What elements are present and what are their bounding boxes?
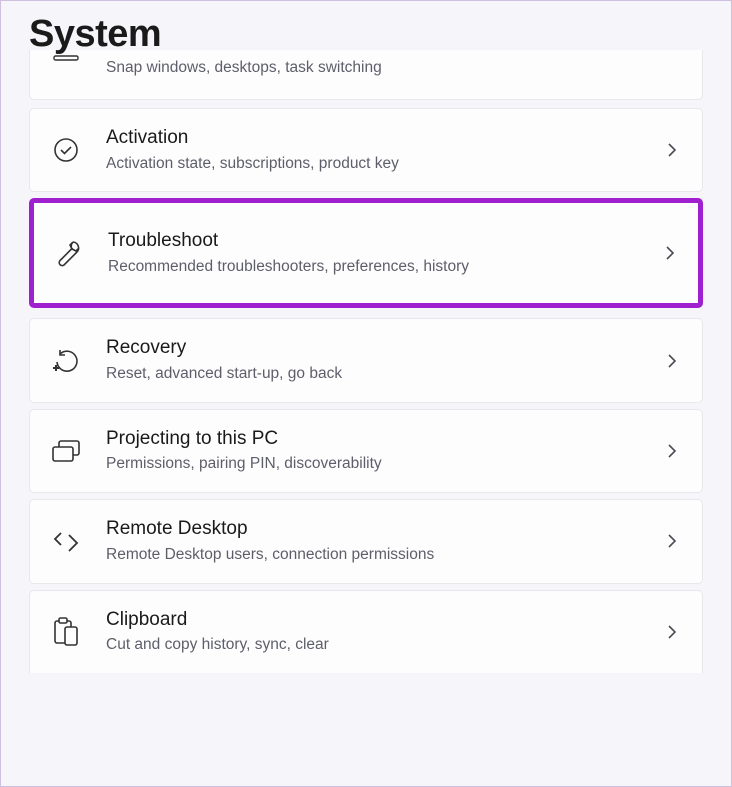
item-title: Clipboard: [106, 608, 662, 633]
settings-item-clipboard[interactable]: Clipboard Cut and copy history, sync, cl…: [29, 590, 703, 673]
settings-item-activation[interactable]: Activation Activation state, subscriptio…: [29, 108, 703, 192]
settings-item-remote-desktop[interactable]: Remote Desktop Remote Desktop users, con…: [29, 499, 703, 583]
remote-desktop-icon: [48, 523, 84, 559]
chevron-right-icon: [662, 140, 682, 160]
clipboard-icon: [48, 614, 84, 650]
item-title: Projecting to this PC: [106, 427, 662, 452]
item-text: Remote Desktop Remote Desktop users, con…: [106, 517, 662, 565]
multitasking-icon: [48, 46, 84, 82]
item-text: Activation Activation state, subscriptio…: [106, 126, 662, 174]
item-text: Troubleshoot Recommended troubleshooters…: [108, 229, 660, 277]
item-subtitle: Snap windows, desktops, task switching: [106, 57, 662, 79]
chevron-right-icon: [660, 243, 680, 263]
settings-item-multitasking[interactable]: Snap windows, desktops, task switching: [29, 50, 703, 100]
item-subtitle: Cut and copy history, sync, clear: [106, 634, 662, 656]
recovery-icon: [48, 343, 84, 379]
item-title: Troubleshoot: [108, 229, 660, 254]
chevron-right-icon: [662, 351, 682, 371]
settings-items-list: Snap windows, desktops, task switching A…: [29, 50, 703, 673]
item-subtitle: Activation state, subscriptions, product…: [106, 153, 662, 175]
item-text: Recovery Reset, advanced start-up, go ba…: [106, 336, 662, 384]
item-text: Projecting to this PC Permissions, pairi…: [106, 427, 662, 475]
item-title: Activation: [106, 126, 662, 151]
chevron-right-icon: [662, 622, 682, 642]
settings-item-troubleshoot[interactable]: Troubleshoot Recommended troubleshooters…: [29, 198, 703, 308]
troubleshoot-icon: [50, 235, 86, 271]
settings-item-recovery[interactable]: Recovery Reset, advanced start-up, go ba…: [29, 318, 703, 402]
activation-icon: [48, 132, 84, 168]
item-subtitle: Permissions, pairing PIN, discoverabilit…: [106, 453, 662, 475]
chevron-right-icon: [662, 531, 682, 551]
chevron-right-icon: [662, 441, 682, 461]
item-text: Clipboard Cut and copy history, sync, cl…: [106, 608, 662, 656]
item-subtitle: Remote Desktop users, connection permiss…: [106, 544, 662, 566]
projecting-icon: [48, 433, 84, 469]
settings-item-projecting[interactable]: Projecting to this PC Permissions, pairi…: [29, 409, 703, 493]
item-title: Remote Desktop: [106, 517, 662, 542]
item-subtitle: Reset, advanced start-up, go back: [106, 363, 662, 385]
chevron-right-icon: [662, 58, 682, 78]
item-subtitle: Recommended troubleshooters, preferences…: [108, 256, 660, 278]
item-text: Snap windows, desktops, task switching: [106, 55, 662, 79]
item-title: Recovery: [106, 336, 662, 361]
